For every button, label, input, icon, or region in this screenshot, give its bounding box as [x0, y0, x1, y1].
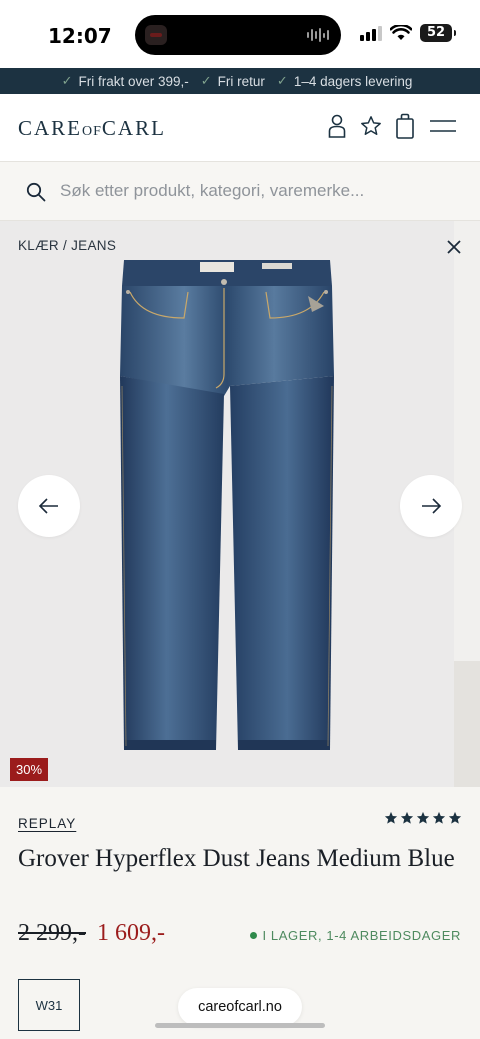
menu-icon[interactable] [428, 112, 458, 140]
check-icon: ✓ [200, 73, 212, 88]
promo-free-shipping: Fri frakt over 399,- [78, 73, 189, 89]
star-filled-icon [416, 811, 430, 824]
promo-bar: ✓ Fri frakt over 399,- ✓ Fri retur ✓ 1–4… [0, 68, 480, 94]
product-brand-link[interactable]: REPLAY [18, 816, 76, 831]
in-stock-dot-icon [250, 932, 258, 939]
stock-status-label: I LAGER, 1-4 ARBEIDSDAGER [262, 928, 461, 943]
check-icon: ✓ [61, 73, 73, 88]
user-icon[interactable] [326, 112, 348, 140]
browser-url-bar[interactable]: careofcarl.no [178, 988, 302, 1026]
discount-badge: 30% [10, 758, 49, 781]
status-indicators: 52 [360, 24, 456, 42]
arrow-right-icon [422, 498, 442, 514]
next-image-button[interactable] [400, 475, 462, 537]
site-header: CAREOFCARL [0, 94, 480, 162]
arrow-left-icon [38, 498, 58, 514]
status-bar: 12:07 52 [0, 0, 480, 68]
star-filled-icon [400, 811, 414, 824]
home-indicator[interactable] [155, 1023, 325, 1028]
battery-icon: 52 [420, 24, 456, 42]
search-bar [0, 162, 480, 221]
header-actions [326, 112, 458, 140]
promo-free-returns: Fri retur [217, 73, 265, 89]
rating-stars[interactable] [384, 811, 462, 825]
original-price: 2 299,- [18, 920, 86, 946]
logo-word-care: CARE [18, 116, 83, 140]
check-icon: ✓ [276, 73, 288, 88]
product-gallery: KLÆR / JEANS 30% [0, 221, 480, 787]
search-input[interactable] [60, 176, 460, 206]
promo-delivery: 1–4 dagers levering [293, 73, 413, 89]
close-icon [447, 240, 461, 254]
product-image[interactable] [112, 256, 342, 752]
star-filled-icon [448, 811, 462, 824]
star-filled-icon [384, 811, 398, 824]
star-filled-icon [432, 811, 446, 824]
logo-word-carl: CARL [101, 116, 166, 140]
site-logo[interactable]: CAREOFCARL [18, 116, 166, 141]
breadcrumb[interactable]: KLÆR / JEANS [18, 238, 116, 253]
close-gallery-button[interactable] [442, 235, 466, 259]
star-icon[interactable] [360, 112, 382, 140]
search-icon[interactable] [26, 182, 46, 202]
stock-status: I LAGER, 1-4 ARBEIDSDAGER [250, 928, 461, 943]
audio-wave-icon [307, 27, 329, 43]
size-option-w31[interactable]: W31 [18, 979, 80, 1031]
wifi-icon [390, 25, 412, 40]
camera-indicator-icon [145, 25, 167, 45]
dynamic-island [135, 15, 341, 55]
product-title: Grover Hyperflex Dust Jeans Medium Blue [18, 845, 455, 872]
previous-image-button[interactable] [18, 475, 80, 537]
sale-price: 1 609,- [97, 920, 165, 946]
status-time: 12:07 [48, 24, 112, 48]
cellular-signal-icon [360, 25, 382, 41]
logo-word-of: OF [82, 124, 102, 139]
bag-icon[interactable] [394, 112, 416, 140]
